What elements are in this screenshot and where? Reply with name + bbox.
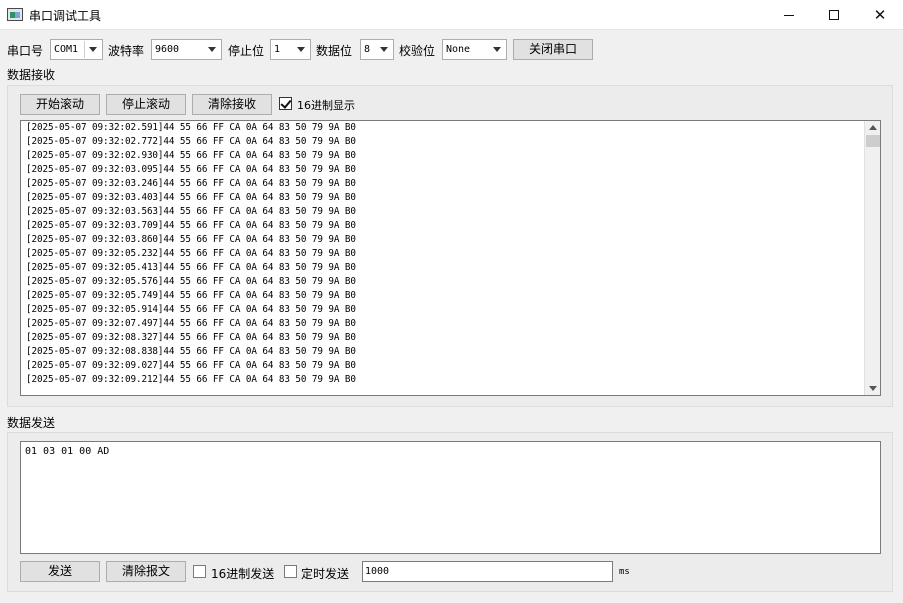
port-select[interactable]: COM1 [50, 39, 103, 60]
minimize-button[interactable] [766, 0, 812, 30]
maximize-button[interactable] [811, 0, 857, 30]
close-icon: ✕ [873, 6, 887, 24]
log-line: [2025-05-07 09:32:05.232]44 55 66 FF CA … [26, 248, 356, 259]
data-bits-value: 8 [364, 44, 371, 55]
send-message-text: 01 03 01 00 AD [25, 446, 110, 457]
interval-unit: ms [619, 567, 630, 577]
send-textarea[interactable]: 01 03 01 00 AD [20, 441, 881, 554]
timed-send-label: 定时发送 [301, 567, 350, 581]
log-line: [2025-05-07 09:32:02.591]44 55 66 FF CA … [26, 122, 356, 133]
log-line: [2025-05-07 09:32:09.212]44 55 66 FF CA … [26, 374, 356, 385]
data-bits-label: 数据位 [316, 44, 353, 58]
scroll-up-icon[interactable] [865, 121, 880, 135]
parity-label: 校验位 [399, 44, 436, 58]
log-line: [2025-05-07 09:32:07.497]44 55 66 FF CA … [26, 318, 356, 329]
log-line: [2025-05-07 09:32:08.327]44 55 66 FF CA … [26, 332, 356, 343]
parity-value: None [446, 44, 471, 55]
chevron-down-icon [380, 47, 388, 52]
window-title: 串口调试工具 [29, 9, 102, 23]
interval-value: 1000 [365, 566, 390, 577]
clear-receive-button[interactable]: 清除接收 [192, 94, 272, 115]
data-bits-select[interactable]: 8 [360, 39, 394, 60]
log-line: [2025-05-07 09:32:09.027]44 55 66 FF CA … [26, 360, 356, 371]
log-line: [2025-05-07 09:32:02.930]44 55 66 FF CA … [26, 150, 356, 161]
receive-log: [2025-05-07 09:32:02.591]44 55 66 FF CA … [26, 121, 356, 387]
port-label: 串口号 [7, 44, 44, 58]
log-line: [2025-05-07 09:32:05.749]44 55 66 FF CA … [26, 290, 356, 301]
port-value: COM1 [54, 44, 79, 55]
parity-select[interactable]: None [442, 39, 507, 60]
log-line: [2025-05-07 09:32:05.576]44 55 66 FF CA … [26, 276, 356, 287]
chevron-down-icon [493, 47, 501, 52]
log-line: [2025-05-07 09:32:03.095]44 55 66 FF CA … [26, 164, 356, 175]
scroll-thumb[interactable] [866, 135, 880, 147]
baud-value: 9600 [155, 44, 180, 55]
title-bar: 串口调试工具 ✕ [0, 0, 903, 30]
maximize-icon [829, 10, 839, 20]
log-line: [2025-05-07 09:32:08.838]44 55 66 FF CA … [26, 346, 356, 357]
stop-bits-value: 1 [274, 44, 281, 55]
close-button[interactable]: ✕ [857, 0, 903, 30]
hex-display-label: 16进制显示 [297, 99, 355, 112]
hex-display-checkbox[interactable] [279, 97, 292, 110]
clear-message-button[interactable]: 清除报文 [106, 561, 186, 582]
stop-bits-select[interactable]: 1 [270, 39, 311, 60]
baud-select[interactable]: 9600 [151, 39, 222, 60]
scroll-down-icon[interactable] [865, 381, 880, 395]
log-line: [2025-05-07 09:32:05.413]44 55 66 FF CA … [26, 262, 356, 273]
send-group-title: 数据发送 [7, 416, 56, 430]
stop-scroll-button[interactable]: 停止滚动 [106, 94, 186, 115]
log-line: [2025-05-07 09:32:03.563]44 55 66 FF CA … [26, 206, 356, 217]
log-line: [2025-05-07 09:32:03.403]44 55 66 FF CA … [26, 192, 356, 203]
log-line: [2025-05-07 09:32:02.772]44 55 66 FF CA … [26, 136, 356, 147]
log-line: [2025-05-07 09:32:05.914]44 55 66 FF CA … [26, 304, 356, 315]
log-line: [2025-05-07 09:32:03.860]44 55 66 FF CA … [26, 234, 356, 245]
receive-scrollbar[interactable] [864, 121, 880, 395]
chevron-down-icon [208, 47, 216, 52]
hex-send-checkbox[interactable] [193, 565, 206, 578]
app-icon [7, 8, 23, 21]
log-line: [2025-05-07 09:32:03.246]44 55 66 FF CA … [26, 178, 356, 189]
receive-textarea[interactable]: [2025-05-07 09:32:02.591]44 55 66 FF CA … [20, 120, 881, 396]
close-port-button[interactable]: 关闭串口 [513, 39, 593, 60]
send-button[interactable]: 发送 [20, 561, 100, 582]
start-scroll-button[interactable]: 开始滚动 [20, 94, 100, 115]
receive-group-title: 数据接收 [7, 68, 56, 82]
minimize-icon [784, 14, 794, 16]
hex-send-label: 16进制发送 [211, 567, 275, 581]
log-line: [2025-05-07 09:32:03.709]44 55 66 FF CA … [26, 220, 356, 231]
baud-label: 波特率 [108, 44, 145, 58]
interval-input[interactable]: 1000 [362, 561, 613, 582]
chevron-down-icon [297, 47, 305, 52]
timed-send-checkbox[interactable] [284, 565, 297, 578]
stop-bits-label: 停止位 [228, 44, 265, 58]
chevron-down-icon [89, 47, 97, 52]
